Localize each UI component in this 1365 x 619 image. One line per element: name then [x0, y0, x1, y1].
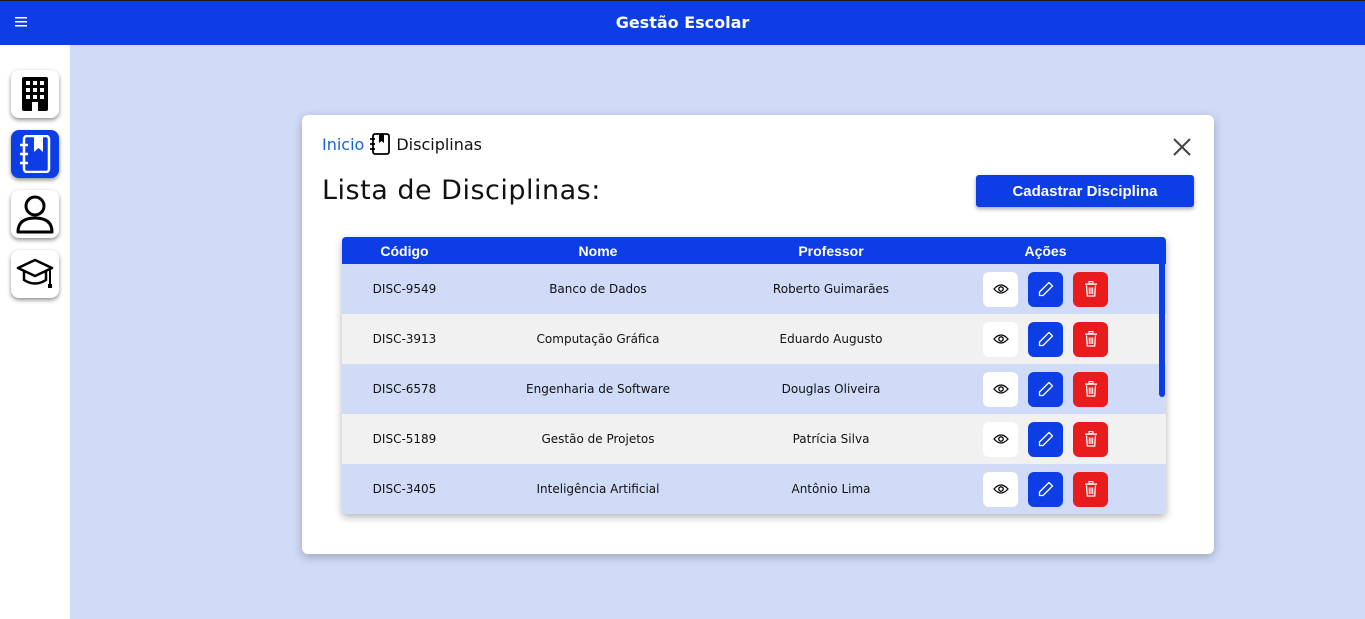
- delete-button[interactable]: [1073, 371, 1108, 407]
- cell-actions: [933, 371, 1158, 407]
- cell-name: Gestão de Projetos: [541, 432, 655, 446]
- pencil-icon: [1038, 481, 1053, 497]
- cell-name: Engenharia de Software: [526, 382, 670, 396]
- top-bar: Gestão Escolar: [0, 0, 1365, 45]
- table-scrollbar[interactable]: [1158, 237, 1166, 514]
- close-button[interactable]: [1170, 135, 1194, 159]
- eye-icon: [992, 334, 1009, 344]
- cell-professor: Patrícia Silva: [792, 432, 870, 446]
- disciplines-modal: Inicio Disciplinas Lista de Disciplinas:…: [302, 115, 1214, 554]
- sidebar: [0, 45, 70, 619]
- disciplines-table: Código Nome Professor Ações DISC-9549 Ba…: [342, 237, 1166, 514]
- trash-icon: [1084, 281, 1097, 297]
- header-actions: Ações: [1024, 242, 1067, 259]
- delete-button[interactable]: [1073, 421, 1108, 457]
- view-button[interactable]: [983, 471, 1018, 507]
- notebook-icon: [20, 135, 51, 173]
- eye-icon: [992, 484, 1009, 494]
- sidebar-item-schools[interactable]: [11, 70, 59, 118]
- app-title: Gestão Escolar: [615, 13, 750, 32]
- scrollbar-thumb[interactable]: [1159, 237, 1165, 397]
- view-button[interactable]: [983, 321, 1018, 357]
- breadcrumb-home-link[interactable]: Inicio: [322, 135, 364, 154]
- pencil-icon: [1038, 281, 1053, 297]
- view-button[interactable]: [983, 271, 1018, 307]
- table-row: DISC-5189 Gestão de Projetos Patrícia Si…: [342, 414, 1166, 464]
- header-name: Nome: [578, 242, 618, 259]
- close-icon: [1173, 138, 1191, 156]
- cell-name: Banco de Dados: [549, 282, 647, 296]
- trash-icon: [1084, 481, 1097, 497]
- cell-professor: Antônio Lima: [791, 482, 871, 496]
- table-header: Código Nome Professor Ações: [342, 237, 1166, 264]
- cell-code: DISC-9549: [372, 282, 437, 296]
- add-discipline-button[interactable]: Cadastrar Disciplina: [976, 175, 1194, 207]
- table-row: DISC-9549 Banco de Dados Roberto Guimarã…: [342, 264, 1166, 314]
- page-title: Lista de Disciplinas:: [322, 175, 601, 206]
- cell-professor: Eduardo Augusto: [779, 332, 883, 346]
- cell-actions: [933, 421, 1158, 457]
- header-professor: Professor: [798, 242, 864, 259]
- table-row: DISC-3405 Inteligência Artificial Antôni…: [342, 464, 1166, 514]
- pencil-icon: [1038, 331, 1053, 347]
- building-icon: [22, 77, 48, 111]
- breadcrumb-current: Disciplinas: [396, 134, 483, 154]
- edit-button[interactable]: [1028, 321, 1063, 357]
- trash-icon: [1084, 331, 1097, 347]
- edit-button[interactable]: [1028, 471, 1063, 507]
- edit-button[interactable]: [1028, 421, 1063, 457]
- notebook-icon: [370, 133, 391, 155]
- cell-code: DISC-3405: [372, 482, 437, 496]
- cell-professor: Douglas Oliveira: [781, 382, 881, 396]
- eye-icon: [992, 384, 1009, 394]
- sidebar-item-students[interactable]: [11, 250, 59, 298]
- view-button[interactable]: [983, 421, 1018, 457]
- cell-actions: [933, 271, 1158, 307]
- pencil-icon: [1038, 431, 1053, 447]
- cell-professor: Roberto Guimarães: [772, 282, 890, 296]
- cell-code: DISC-3913: [372, 332, 437, 346]
- delete-button[interactable]: [1073, 471, 1108, 507]
- cell-code: DISC-5189: [372, 432, 437, 446]
- breadcrumb: Inicio Disciplinas: [322, 133, 482, 155]
- trash-icon: [1084, 431, 1097, 447]
- table-row: DISC-6578 Engenharia de Software Douglas…: [342, 364, 1166, 414]
- sidebar-item-users[interactable]: [11, 190, 59, 238]
- pencil-icon: [1038, 381, 1053, 397]
- sidebar-item-disciplines[interactable]: [11, 130, 59, 178]
- cell-name: Computação Gráfica: [536, 332, 660, 346]
- edit-button[interactable]: [1028, 371, 1063, 407]
- table-row: DISC-3913 Computação Gráfica Eduardo Aug…: [342, 314, 1166, 364]
- view-button[interactable]: [983, 371, 1018, 407]
- trash-icon: [1084, 381, 1097, 397]
- cell-actions: [933, 321, 1158, 357]
- user-icon: [16, 195, 54, 234]
- cell-name: Inteligência Artificial: [536, 482, 660, 496]
- cell-actions: [933, 471, 1158, 507]
- delete-button[interactable]: [1073, 321, 1108, 357]
- graduation-cap-icon: [16, 258, 54, 288]
- cell-code: DISC-6578: [372, 382, 437, 396]
- header-code: Código: [380, 242, 429, 259]
- delete-button[interactable]: [1073, 271, 1108, 307]
- edit-button[interactable]: [1028, 271, 1063, 307]
- eye-icon: [992, 284, 1009, 294]
- eye-icon: [992, 434, 1009, 444]
